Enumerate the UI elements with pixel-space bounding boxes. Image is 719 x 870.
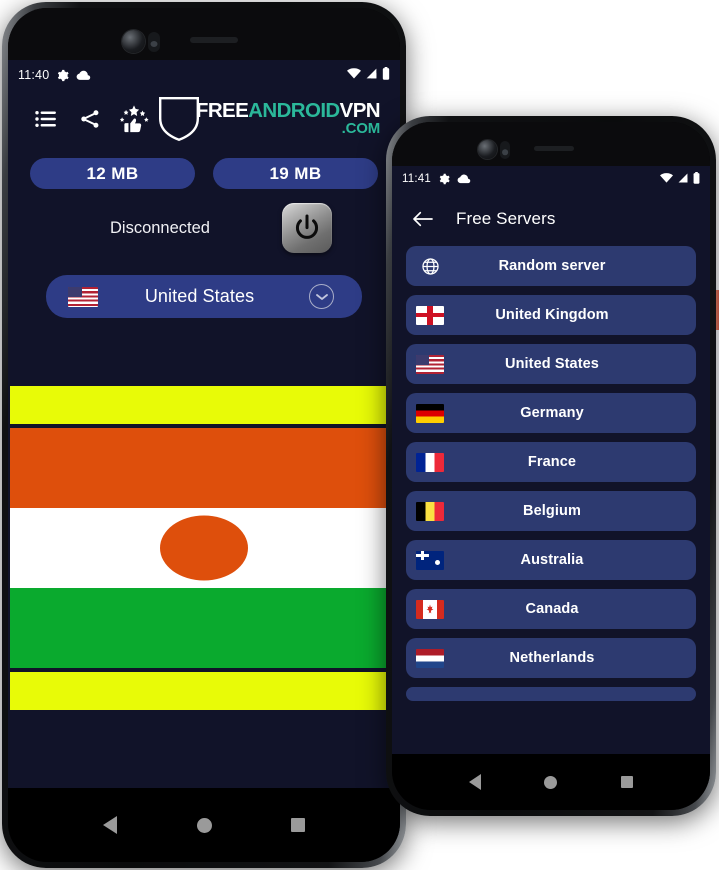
power-toggle-button[interactable] — [282, 203, 332, 253]
server-name: France — [527, 454, 577, 470]
connection-row: Disconnected — [8, 189, 400, 253]
front-camera-icon — [478, 140, 497, 159]
rate-us-icon[interactable] — [112, 99, 156, 139]
data-usage-row: 12 MB 19 MB — [8, 150, 400, 189]
server-item-united-states[interactable]: United States — [406, 344, 696, 384]
shield-icon — [158, 96, 200, 142]
phone2-top-bezel — [392, 122, 710, 166]
signal-icon — [677, 173, 689, 186]
back-button[interactable] — [102, 816, 117, 834]
us-flag-icon — [68, 286, 98, 307]
banner-ad[interactable] — [10, 386, 398, 710]
logo-android: ANDROID — [248, 99, 340, 123]
wifi-icon — [347, 68, 361, 82]
globe-icon — [416, 257, 444, 276]
connection-status: Disconnected — [110, 218, 210, 237]
chevron-down-icon[interactable] — [309, 284, 334, 309]
battery-icon — [382, 67, 390, 83]
upload-usage-pill[interactable]: 19 MB — [213, 158, 378, 189]
au-flag-icon — [416, 550, 444, 570]
flag-stripe-white — [10, 508, 398, 589]
server-item-germany[interactable]: Germany — [406, 393, 696, 433]
share-icon[interactable] — [68, 99, 112, 139]
app-logo: FREEANDROIDVPN .COM — [158, 96, 384, 142]
de-flag-icon — [416, 403, 444, 423]
page-title: Free Servers — [456, 209, 556, 228]
proximity-sensor-icon — [148, 32, 160, 52]
phone1-screen: 11:40 FREEANDROIDVPN .COM 12 MB 19 MB Di… — [8, 60, 400, 788]
menu-list-icon[interactable] — [24, 99, 68, 139]
home-button[interactable] — [544, 775, 558, 789]
recents-button[interactable] — [621, 776, 634, 788]
banner-band-bottom — [10, 672, 398, 710]
banner-band-top — [10, 386, 398, 424]
server-name: Netherlands — [509, 650, 595, 666]
be-flag-icon — [416, 501, 444, 521]
logo-domain: .COM — [341, 120, 381, 138]
server-item-belgium[interactable]: Belgium — [406, 491, 696, 531]
earpiece-speaker — [534, 146, 574, 151]
status-time: 11:41 — [402, 173, 431, 185]
front-camera-icon — [122, 30, 145, 53]
niger-flag-image — [10, 428, 398, 668]
selected-country-label: United States — [144, 286, 255, 306]
en-flag-icon — [416, 305, 444, 325]
app-bar: Free Servers — [392, 192, 710, 246]
phone2-nav-bar — [392, 754, 710, 810]
download-usage-pill[interactable]: 12 MB — [30, 158, 195, 189]
server-name: Germany — [520, 405, 584, 421]
gear-icon — [56, 69, 69, 82]
wifi-icon — [660, 172, 673, 186]
server-name: Random server — [498, 258, 606, 274]
earpiece-speaker — [190, 37, 238, 43]
logo-free: FREE — [195, 99, 249, 123]
phone-secondary: 11:41 Free Servers Random server United … — [386, 116, 716, 816]
cloud-icon — [457, 174, 471, 184]
fr-flag-icon — [416, 452, 444, 472]
signal-icon — [365, 68, 378, 82]
phone2-screen: 11:41 Free Servers Random server United … — [392, 166, 710, 754]
status-time: 11:40 — [18, 68, 50, 82]
cloud-icon — [76, 70, 91, 81]
phone-main: 11:40 FREEANDROIDVPN .COM 12 MB 19 MB Di… — [2, 2, 406, 868]
country-selector[interactable]: United States — [46, 275, 362, 318]
server-item-canada[interactable]: Canada — [406, 589, 696, 629]
phone1-nav-bar — [8, 788, 400, 862]
flag-stripe-green — [10, 588, 398, 668]
server-name: Canada — [525, 601, 579, 617]
home-button[interactable] — [196, 817, 212, 833]
server-item-australia[interactable]: Australia — [406, 540, 696, 580]
nl-flag-icon — [416, 648, 444, 668]
back-arrow-icon[interactable] — [408, 204, 438, 234]
server-name: Belgium — [523, 503, 581, 519]
status-bar: 11:40 — [8, 60, 400, 88]
flag-stripe-orange — [10, 428, 398, 509]
server-item-netherlands[interactable]: Netherlands — [406, 638, 696, 678]
server-item-partial[interactable] — [406, 687, 696, 701]
app-toolbar: FREEANDROIDVPN .COM — [8, 88, 400, 150]
server-name: United Kingdom — [495, 307, 609, 323]
server-name: Australia — [520, 552, 584, 568]
proximity-sensor-icon — [500, 141, 510, 159]
us-flag-icon — [416, 354, 444, 374]
phone-top-bezel — [8, 8, 400, 60]
server-list: Random server United Kingdom United Stat… — [392, 246, 710, 701]
ca-flag-icon — [416, 599, 444, 619]
server-name: United States — [505, 356, 599, 372]
battery-icon — [693, 171, 700, 187]
logo-vpn: VPN — [339, 99, 381, 123]
server-item-france[interactable]: France — [406, 442, 696, 482]
recents-button[interactable] — [291, 818, 306, 832]
server-item-united-kingdom[interactable]: United Kingdom — [406, 295, 696, 335]
server-item-random[interactable]: Random server — [406, 246, 696, 286]
status-bar: 11:41 — [392, 166, 710, 192]
flag-sun-disc — [160, 515, 248, 581]
back-button[interactable] — [468, 774, 481, 790]
screenshot-canvas: 11:40 FREEANDROIDVPN .COM 12 MB 19 MB Di… — [0, 0, 719, 870]
gear-icon — [438, 173, 450, 185]
